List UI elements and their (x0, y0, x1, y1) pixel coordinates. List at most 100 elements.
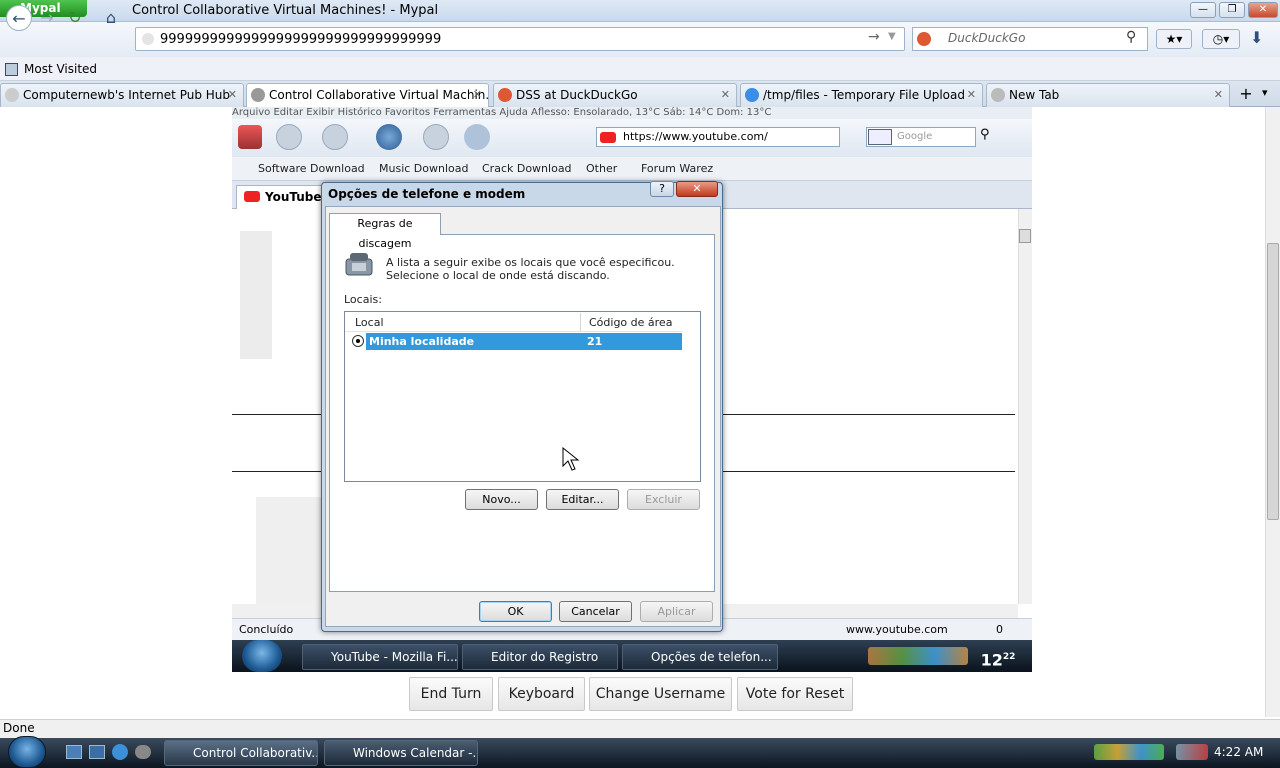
cancel-button[interactable]: Cancelar (559, 601, 632, 622)
back-button[interactable]: ← (6, 5, 32, 31)
tab-close-icon[interactable]: ✕ (228, 84, 237, 106)
reload-icon: ↻ (68, 8, 82, 27)
site-identity-icon[interactable] (142, 33, 154, 45)
location-name[interactable]: Minha localidade (369, 335, 474, 348)
minimize-button[interactable]: — (1190, 2, 1216, 18)
tab-dialing-rules[interactable]: Regras de discagem (329, 213, 441, 250)
locations-label: Locais: (344, 293, 382, 306)
bookmarks-button[interactable]: ★▾ (1156, 29, 1192, 49)
end-turn-button[interactable]: End Turn (409, 677, 493, 711)
column-header-location[interactable]: Local (355, 316, 384, 329)
remote-stop-icon[interactable] (423, 124, 449, 150)
remote-bookmark[interactable]: Other (586, 162, 617, 175)
remote-status-url: www.youtube.com (846, 623, 948, 636)
remote-status-text: Concluído (239, 623, 294, 636)
remote-bookmark[interactable]: Software Download (258, 162, 365, 175)
star-icon: ★▾ (1165, 32, 1183, 46)
history-button[interactable]: ◷▾ (1202, 29, 1240, 49)
dialog-close-button[interactable]: ✕ (676, 181, 718, 197)
tab-temp-files[interactable]: /tmp/files - Temporary File Upload ✕ (740, 83, 983, 107)
location-area-code[interactable]: 21 (587, 335, 602, 348)
remote-task-regedit[interactable]: Editor do Registro (462, 644, 618, 670)
remote-task-phone-options[interactable]: Opções de telefon... (622, 644, 778, 670)
maximize-button[interactable]: ❐ (1219, 2, 1245, 18)
remote-bookmark[interactable]: Forum Warez (641, 162, 713, 175)
show-desktop-icon[interactable] (66, 745, 82, 759)
apply-button[interactable]: Aplicar (640, 601, 713, 622)
column-separator[interactable] (580, 313, 581, 331)
new-location-button[interactable]: Novo... (465, 489, 538, 510)
ok-button[interactable]: OK (479, 601, 552, 622)
tab-close-icon[interactable]: ✕ (473, 84, 482, 106)
keyboard-button[interactable]: Keyboard (498, 677, 585, 711)
remote-clock-minutes: 22 (1002, 652, 1016, 662)
search-placeholder[interactable]: DuckDuckGo (948, 31, 1025, 45)
google-icon[interactable] (868, 129, 892, 145)
network-volume-icon[interactable] (1176, 744, 1208, 760)
close-window-button[interactable]: ✕ (1248, 2, 1278, 18)
tab-favicon-icon (498, 88, 512, 102)
host-task-collab-vm[interactable]: Control Collaborativ... (164, 740, 318, 766)
dialog-help-button[interactable]: ? (650, 181, 674, 197)
home-button[interactable]: ⌂ (98, 5, 124, 31)
tab-pub-hub[interactable]: Computernewb's Internet Pub Hub ✕ (0, 83, 244, 107)
start-orb-icon[interactable] (8, 736, 46, 768)
remote-exit-icon[interactable] (238, 125, 262, 149)
tab-favicon-icon (251, 88, 265, 102)
remote-menu-bar[interactable]: Arquivo Editar Exibir Histórico Favorito… (232, 107, 1032, 119)
remote-search-icon[interactable]: ⚲ (980, 127, 1000, 147)
clock-icon: ◷▾ (1212, 32, 1230, 46)
remote-home-icon[interactable] (464, 124, 490, 150)
duckduckgo-icon[interactable] (917, 32, 931, 46)
remote-forward-icon[interactable] (322, 124, 348, 150)
url-dropdown-icon[interactable]: ▼ (888, 31, 896, 42)
remote-status-count: 0 (996, 623, 1003, 636)
remote-bookmark[interactable]: Crack Download (482, 162, 572, 175)
location-radio[interactable] (352, 335, 364, 347)
new-tab-button[interactable]: + (1236, 84, 1256, 104)
header-divider (345, 331, 682, 332)
remote-start-orb-icon[interactable] (242, 640, 282, 672)
search-icon[interactable]: ⚲ (1126, 29, 1136, 45)
internet-explorer-icon[interactable] (112, 744, 128, 760)
tab-new-tab[interactable]: New Tab ✕ (986, 83, 1230, 107)
go-arrow-icon[interactable]: → (868, 29, 880, 45)
remote-back-icon[interactable] (276, 124, 302, 150)
downloads-icon[interactable]: ⬇ (1250, 28, 1263, 47)
most-visited-bookmark[interactable]: Most Visited (24, 62, 97, 76)
delete-location-button[interactable]: Excluir (627, 489, 700, 510)
remote-tray-icons[interactable] (868, 647, 968, 665)
edit-location-button[interactable]: Editar... (546, 489, 619, 510)
tab-favicon-icon (991, 88, 1005, 102)
youtube-favicon-icon (600, 132, 616, 143)
remote-url-bar[interactable]: https://www.youtube.com/ (596, 127, 840, 147)
tab-duckduckgo[interactable]: DSS at DuckDuckGo ✕ (493, 83, 737, 107)
tab-list-button[interactable]: ▾ (1262, 86, 1268, 99)
forward-button[interactable]: → (34, 5, 60, 31)
url-text[interactable]: 9999999999999999999999999999999999 (160, 32, 441, 47)
reload-button[interactable]: ↻ (62, 5, 88, 31)
tab-close-icon[interactable]: ✕ (721, 84, 730, 106)
remote-vertical-scrollbar[interactable] (1018, 209, 1032, 604)
dialog-description: A lista a seguir exibe os locais que voc… (386, 256, 675, 269)
tab-close-icon[interactable]: ✕ (967, 84, 976, 106)
mouse-cursor-icon (562, 446, 584, 473)
change-username-button[interactable]: Change Username (589, 677, 732, 711)
remote-scroll-thumb[interactable] (1019, 229, 1031, 243)
vote-reset-button[interactable]: Vote for Reset (737, 677, 853, 711)
tab-collab-vm[interactable]: Control Collaborative Virtual Machin... ✕ (246, 83, 489, 107)
host-clock[interactable]: 4:22 AM (1214, 745, 1263, 759)
system-tray-icons[interactable] (1094, 744, 1164, 760)
remote-refresh-icon[interactable] (376, 124, 402, 150)
host-task-calendar[interactable]: Windows Calendar -... (324, 740, 478, 766)
remote-bookmark[interactable]: Music Download (379, 162, 468, 175)
tab-label: /tmp/files - Temporary File Upload (763, 88, 965, 102)
page-scroll-thumb[interactable] (1267, 243, 1279, 520)
quicklaunch-icon[interactable] (135, 745, 151, 759)
remote-task-firefox[interactable]: YouTube - Mozilla Fi... (302, 644, 458, 670)
column-header-area-code[interactable]: Código de área (589, 316, 672, 329)
vm-screen[interactable]: Arquivo Editar Exibir Histórico Favorito… (232, 107, 1032, 672)
browser-status-text: Done (3, 721, 35, 735)
switch-windows-icon[interactable] (89, 745, 105, 759)
tab-close-icon[interactable]: ✕ (1214, 84, 1223, 106)
